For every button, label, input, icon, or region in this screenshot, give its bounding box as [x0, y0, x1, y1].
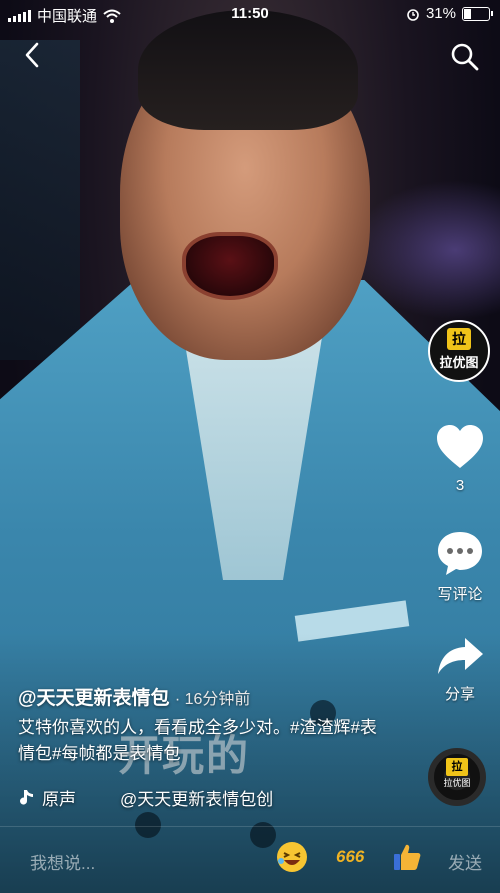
status-bar: 中国联通 11:50 31%: [0, 0, 500, 30]
comment-input[interactable]: 我想说...: [30, 849, 95, 874]
disc-brand-name: 拉优图: [443, 778, 471, 788]
creator-avatar[interactable]: 拉 拉优图: [428, 320, 490, 382]
status-right: 31%: [406, 5, 493, 22]
thumbs-up-icon[interactable]: [392, 842, 422, 872]
music-note-icon: [20, 789, 33, 805]
comment-label: 写评论: [437, 586, 483, 603]
music-line[interactable]: 原声 @天天更新表情包创: [18, 785, 273, 810]
post-time: · 16分钟前: [174, 691, 251, 708]
brand-name: 拉优图: [439, 355, 479, 370]
like-count: 3: [455, 477, 465, 494]
comment-icon: [438, 532, 482, 575]
person-mouth: [182, 232, 278, 300]
666-reaction[interactable]: 666: [336, 847, 364, 867]
author-name[interactable]: @天天更新表情包: [18, 688, 170, 709]
disc-brand-badge: 拉: [446, 758, 468, 776]
post-description: 艾特你喜欢的人，看看成全多少对。#渣渣辉#表情包#每帧都是表情包: [18, 718, 377, 763]
comment-button[interactable]: 写评论: [420, 530, 500, 604]
heart-icon: [437, 425, 483, 468]
author-line: @天天更新表情包 · 16分钟前: [18, 683, 250, 710]
background-panel: [0, 40, 80, 360]
quick-reactions: 666: [276, 841, 422, 873]
search-icon[interactable]: [450, 42, 480, 72]
share-label: 分享: [444, 686, 475, 703]
comment-bar: 我想说... 666 发送: [0, 826, 500, 893]
send-button[interactable]: 发送: [448, 849, 482, 874]
laughing-emoji-icon[interactable]: [276, 841, 308, 873]
music-disc[interactable]: 拉 拉优图: [428, 748, 486, 806]
music-credit: @天天更新表情包创: [120, 790, 274, 809]
like-button[interactable]: 3: [420, 424, 500, 494]
battery-percent: 31%: [425, 5, 456, 22]
back-icon[interactable]: [18, 40, 48, 70]
battery-fill: [464, 8, 471, 19]
share-icon: [438, 638, 483, 674]
music-label: 原声: [42, 790, 76, 809]
share-button[interactable]: 分享: [420, 636, 500, 704]
battery-icon: [462, 6, 493, 21]
brand-badge: 拉: [447, 328, 471, 350]
alarm-icon: [407, 8, 419, 21]
video-screen[interactable]: 中国联通 11:50 31% 拉 拉优图 3 写评论 分享 @天天更新表情包 ·…: [0, 0, 500, 893]
